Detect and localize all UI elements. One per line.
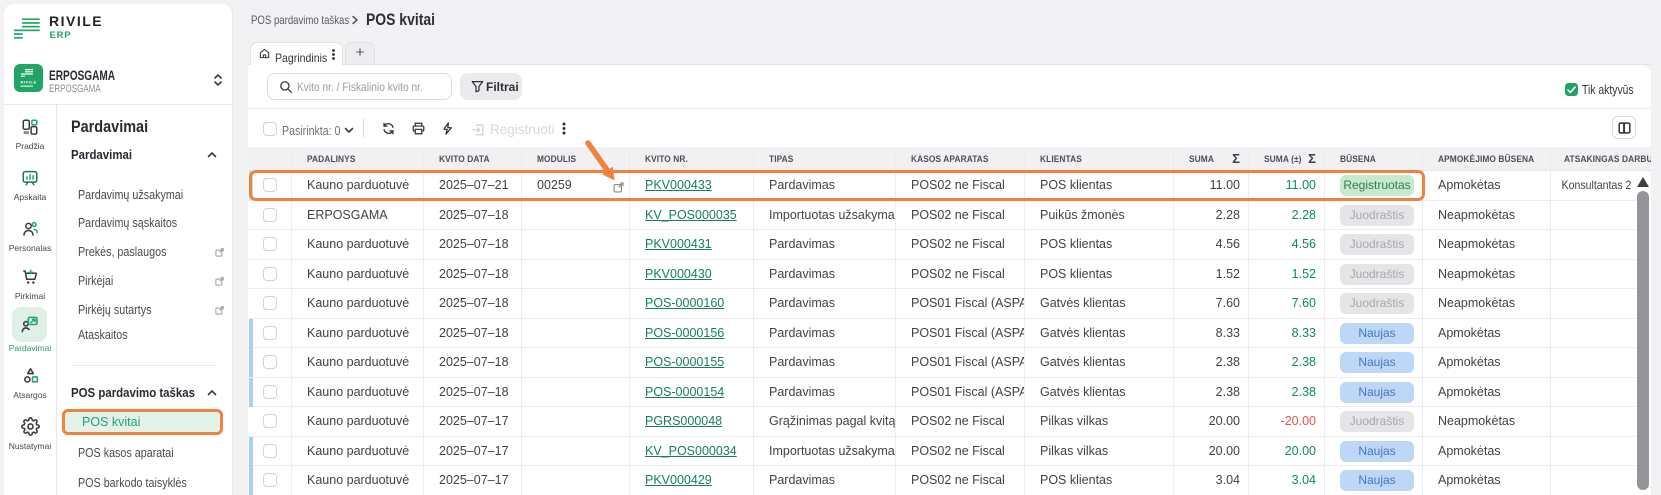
svg-text:RIVILE: RIVILE: [21, 80, 37, 85]
